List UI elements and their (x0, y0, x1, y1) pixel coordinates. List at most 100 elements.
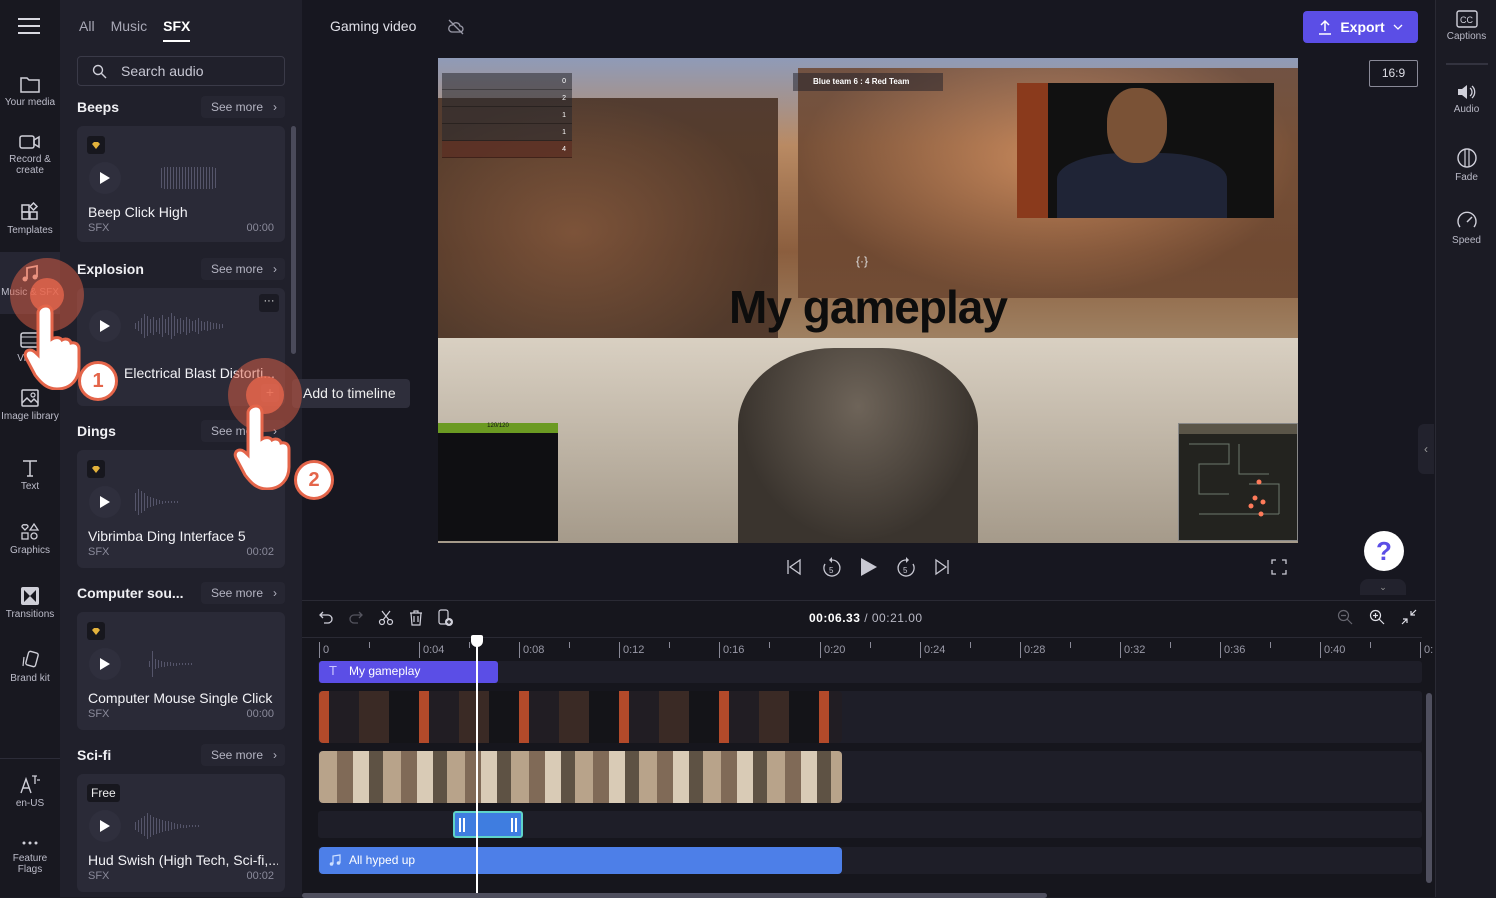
trim-handle-left[interactable] (463, 818, 465, 832)
rail-divider (0, 758, 60, 759)
panel-divider (1446, 63, 1488, 65)
add-to-timeline-tooltip: Add to timeline (292, 379, 410, 408)
waveform (149, 650, 192, 678)
sfx-card[interactable]: Free Hud Swish (High Tech, Sci-fi,... SF… (77, 774, 285, 892)
see-more-button[interactable]: See more › (200, 96, 285, 118)
scissors-icon[interactable] (378, 610, 394, 626)
redo-icon[interactable] (348, 610, 364, 626)
panel-scrollbar[interactable] (291, 126, 296, 354)
rail-item-text[interactable]: Text (0, 458, 60, 492)
ruler-minor-tick (1170, 642, 1171, 648)
fit-timeline-icon[interactable] (1401, 609, 1417, 625)
sfx-card[interactable]: Computer Mouse Single Click SFX 00:00 (77, 612, 285, 730)
webcam-head (1107, 88, 1167, 163)
play-icon (100, 172, 110, 184)
score-row: 1 (442, 124, 572, 141)
speedometer-icon (1456, 211, 1477, 228)
sfx-duration: 00:00 (246, 708, 274, 720)
rail-item-feature-flags[interactable]: Feature Flags (0, 836, 60, 875)
timeline-horizontal-scrollbar[interactable] (302, 893, 1047, 898)
zoom-controls (1337, 609, 1417, 625)
rail-item-graphics[interactable]: Graphics (0, 522, 60, 556)
collapse-right-panel-button[interactable]: ‹ (1418, 424, 1434, 474)
rail-item-transitions[interactable]: Transitions (0, 586, 60, 620)
ruler-minor-tick (369, 642, 370, 648)
sfx-clip-selected[interactable] (453, 811, 523, 838)
rewind-5s-icon[interactable]: 5 (822, 556, 842, 578)
zoom-in-icon[interactable] (1369, 609, 1385, 625)
play-button[interactable] (89, 486, 121, 518)
left-nav-rail: Your media Record & create Templates Mus… (0, 0, 60, 897)
section-header-sci-fi: Sci-fi See more › (77, 744, 285, 766)
tab-sfx[interactable]: SFX (163, 18, 191, 42)
captions-button[interactable]: CC Captions (1436, 10, 1496, 42)
aspect-ratio-button[interactable]: 16:9 (1369, 60, 1418, 87)
timeline-vertical-scrollbar[interactable] (1426, 693, 1432, 883)
rail-item-record-create[interactable]: Record & create (0, 133, 60, 176)
chevron-down-icon (1393, 24, 1403, 30)
tab-music[interactable]: Music (111, 18, 148, 42)
music-clip[interactable]: All hyped up (319, 847, 842, 874)
premium-gem-icon (87, 460, 105, 478)
rail-item-image-library[interactable]: Image library (0, 388, 60, 422)
play-icon (100, 496, 110, 508)
search-audio-input[interactable]: Search audio (77, 56, 285, 86)
rail-label: en-US (15, 798, 45, 809)
speed-button[interactable]: Speed (1436, 210, 1496, 246)
rail-item-your-media[interactable]: Your media (0, 74, 60, 108)
see-more-button[interactable]: See more › (200, 258, 285, 280)
trash-icon[interactable] (408, 610, 424, 626)
chevron-right-icon: › (273, 100, 277, 114)
rail-item-templates[interactable]: Templates (0, 202, 60, 236)
play-button[interactable] (89, 648, 121, 680)
play-icon[interactable] (860, 557, 878, 577)
waveform (135, 812, 199, 840)
audio-button[interactable]: Audio (1436, 83, 1496, 115)
see-more-button[interactable]: See more › (200, 582, 285, 604)
hamburger-menu-icon[interactable] (18, 18, 40, 36)
ruler-minor-tick (1370, 642, 1371, 648)
webcam-overlay (1017, 83, 1274, 218)
play-button[interactable] (89, 810, 121, 842)
trim-handle-right[interactable] (515, 818, 517, 832)
skip-to-start-icon[interactable] (786, 558, 802, 576)
skip-to-end-icon[interactable] (934, 558, 950, 576)
help-button[interactable]: ? (1364, 531, 1404, 571)
see-more-button[interactable]: See more › (200, 744, 285, 766)
folder-icon (20, 77, 40, 93)
export-button[interactable]: Export (1303, 11, 1418, 43)
sfx-card[interactable]: Beep Click High SFX 00:00 (77, 126, 285, 242)
project-title[interactable]: Gaming video (330, 18, 416, 34)
ruler-tick: 0:36 (1220, 642, 1245, 658)
add-media-icon[interactable] (438, 609, 454, 627)
fullscreen-icon[interactable] (1271, 559, 1287, 575)
forward-5s-icon[interactable]: 5 (896, 556, 916, 578)
webcam-video-clip[interactable] (319, 691, 842, 743)
ruler-minor-tick (1070, 642, 1071, 648)
captions-label: Captions (1446, 31, 1487, 42)
rail-item-language[interactable]: en-US (0, 773, 60, 809)
text-clip[interactable]: T My gameplay (319, 661, 498, 683)
help-collapse-chevron-icon[interactable]: ⌄ (1360, 579, 1406, 595)
free-badge: Free (87, 784, 120, 802)
fade-label: Fade (1455, 172, 1478, 183)
rail-item-brand-kit[interactable]: Brand kit (0, 650, 60, 684)
trim-handle-right[interactable] (511, 818, 513, 832)
upload-icon (1319, 19, 1332, 35)
play-button[interactable] (89, 162, 121, 194)
undo-icon[interactable] (318, 610, 334, 626)
overlay-title-text[interactable]: My gameplay (438, 280, 1298, 334)
playhead[interactable] (471, 635, 483, 898)
tab-all[interactable]: All (79, 18, 95, 42)
sfx-name: Beep Click High (88, 204, 188, 220)
trim-handle-left[interactable] (459, 818, 461, 832)
timeline-ruler[interactable]: 0 0:04 0:08 0:12 0:16 0:20 0:24 0:28 0:3… (302, 637, 1433, 661)
gameplay-video-clip[interactable] (319, 751, 842, 803)
play-button[interactable] (89, 310, 121, 342)
fade-button[interactable]: Fade (1436, 147, 1496, 183)
more-options-button[interactable]: ··· (259, 294, 279, 312)
score-row: 4 (442, 141, 572, 158)
video-preview[interactable]: 0 2 1 1 4 Blue team 6 : 4 Red Team {·} M… (438, 58, 1298, 543)
zoom-out-icon[interactable] (1337, 609, 1353, 625)
ruler-minor-tick (569, 642, 570, 648)
